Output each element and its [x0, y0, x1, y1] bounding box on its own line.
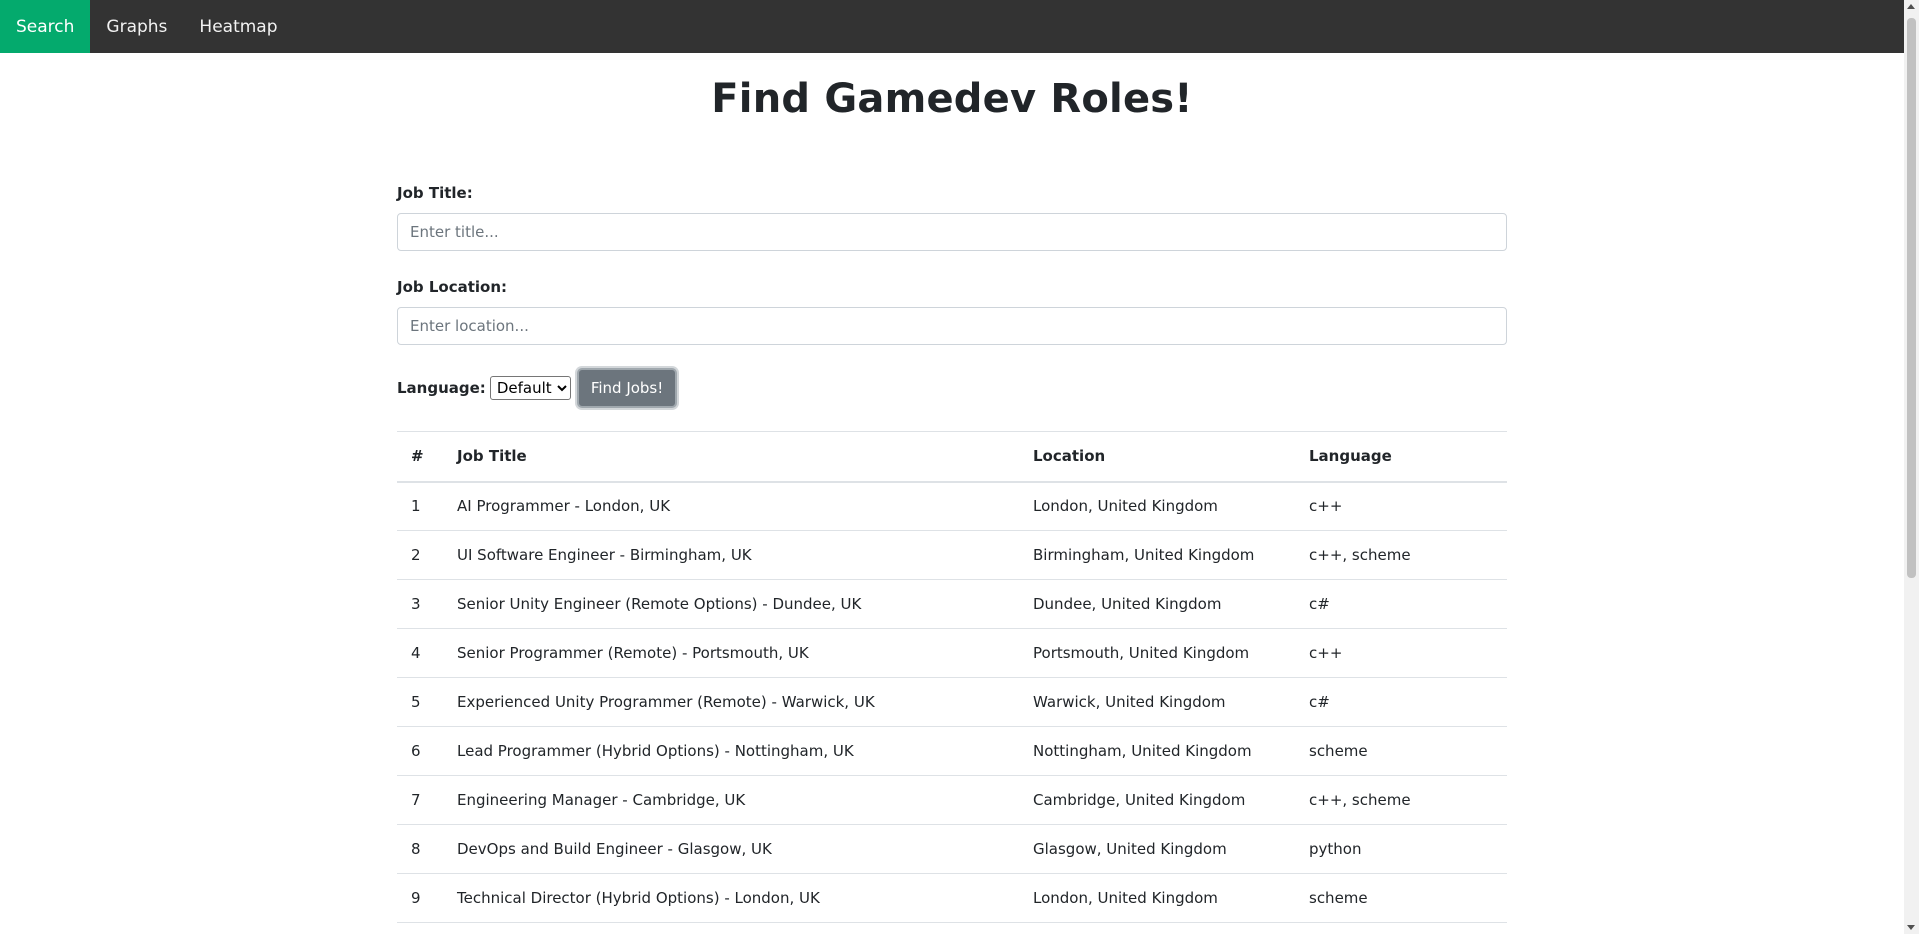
row-location: London, United Kingdom	[1033, 497, 1218, 516]
language-row: Language: Default Find Jobs!	[397, 368, 678, 408]
row-job-title: Engineering Manager - Cambridge, UK	[457, 791, 746, 809]
row-location: Birmingham, United Kingdom	[1033, 546, 1255, 564]
row-number: 3	[411, 595, 421, 613]
job-location-input[interactable]	[397, 307, 1507, 345]
jobs-table-body: 1 AI Programmer - London, UK London, Uni…	[397, 482, 1507, 923]
scroll-up-arrow-icon[interactable]	[1907, 4, 1915, 9]
page-title: Find Gamedev Roles!	[711, 76, 1193, 122]
language-label: Language:	[397, 379, 486, 397]
row-language: c++	[1309, 644, 1343, 662]
row-job-title: UI Software Engineer - Birmingham, UK	[457, 546, 752, 564]
jobs-table-header: # Job Title Location Language	[397, 431, 1507, 482]
nav-item-search[interactable]: Search	[0, 0, 91, 53]
table-row: 5 Experienced Unity Programmer (Remote) …	[397, 678, 1507, 727]
table-row: 4 Senior Programmer (Remote) - Portsmout…	[397, 629, 1507, 678]
find-jobs-button[interactable]: Find Jobs!	[576, 368, 678, 408]
row-location: Dundee, United Kingdom	[1033, 595, 1222, 613]
row-language: c#	[1309, 693, 1330, 711]
header-language: Language	[1309, 447, 1392, 466]
row-language: scheme	[1309, 889, 1368, 907]
row-number: 8	[411, 840, 421, 858]
row-number: 4	[411, 644, 421, 662]
table-row: 6 Lead Programmer (Hybrid Options) - Not…	[397, 727, 1507, 776]
page-scrollbar[interactable]	[1904, 0, 1919, 934]
table-row: 8 DevOps and Build Engineer - Glasgow, U…	[397, 825, 1507, 874]
row-location: Portsmouth, United Kingdom	[1033, 644, 1250, 662]
row-job-title: Senior Unity Engineer (Remote Options) -…	[457, 595, 862, 613]
row-language: c#	[1309, 595, 1330, 613]
row-job-title: Senior Programmer (Remote) - Portsmouth,…	[457, 644, 809, 662]
header-number: #	[411, 447, 424, 466]
row-number: 5	[411, 693, 421, 711]
row-number: 7	[411, 791, 421, 809]
row-language: python	[1309, 840, 1362, 858]
row-language: c++	[1309, 497, 1343, 516]
row-language: c++, scheme	[1309, 546, 1411, 564]
row-language: scheme	[1309, 742, 1368, 760]
row-location: Nottingham, United Kingdom	[1033, 742, 1252, 760]
row-job-title: Lead Programmer (Hybrid Options) - Notti…	[457, 742, 854, 760]
row-number: 9	[411, 889, 421, 907]
scrollbar-thumb[interactable]	[1907, 18, 1916, 578]
job-title-label: Job Title:	[397, 184, 473, 202]
table-row: 1 AI Programmer - London, UK London, Uni…	[397, 482, 1507, 531]
header-job-title: Job Title	[457, 447, 527, 466]
nav-item-graphs[interactable]: Graphs	[90, 0, 183, 53]
job-title-input[interactable]	[397, 213, 1507, 251]
row-job-title: DevOps and Build Engineer - Glasgow, UK	[457, 840, 772, 858]
header-row: # Job Title Location Language	[397, 432, 1507, 482]
table-row: 9 Technical Director (Hybrid Options) - …	[397, 874, 1507, 923]
row-job-title: Technical Director (Hybrid Options) - Lo…	[457, 889, 820, 907]
row-number: 6	[411, 742, 421, 760]
job-location-label: Job Location:	[397, 278, 508, 296]
row-language: c++, scheme	[1309, 791, 1411, 809]
table-row: 7 Engineering Manager - Cambridge, UK Ca…	[397, 776, 1507, 825]
row-number: 2	[411, 546, 421, 564]
scroll-down-arrow-icon[interactable]	[1907, 925, 1915, 930]
row-location: Warwick, United Kingdom	[1033, 693, 1226, 711]
row-number: 1	[411, 497, 421, 516]
row-job-title: AI Programmer - London, UK	[457, 497, 671, 516]
table-row: 3 Senior Unity Engineer (Remote Options)…	[397, 580, 1507, 629]
row-location: London, United Kingdom	[1033, 889, 1218, 907]
row-location: Cambridge, United Kingdom	[1033, 791, 1246, 809]
language-select[interactable]: Default	[489, 376, 571, 400]
nav-item-heatmap[interactable]: Heatmap	[183, 0, 293, 53]
jobs-table: # Job Title Location Language 1 AI Progr…	[397, 431, 1507, 923]
row-location: Glasgow, United Kingdom	[1033, 840, 1227, 858]
header-location: Location	[1033, 447, 1106, 466]
row-job-title: Experienced Unity Programmer (Remote) - …	[457, 693, 875, 711]
top-navbar: Search Graphs Heatmap	[0, 0, 1904, 53]
table-row: 2 UI Software Engineer - Birmingham, UK …	[397, 531, 1507, 580]
